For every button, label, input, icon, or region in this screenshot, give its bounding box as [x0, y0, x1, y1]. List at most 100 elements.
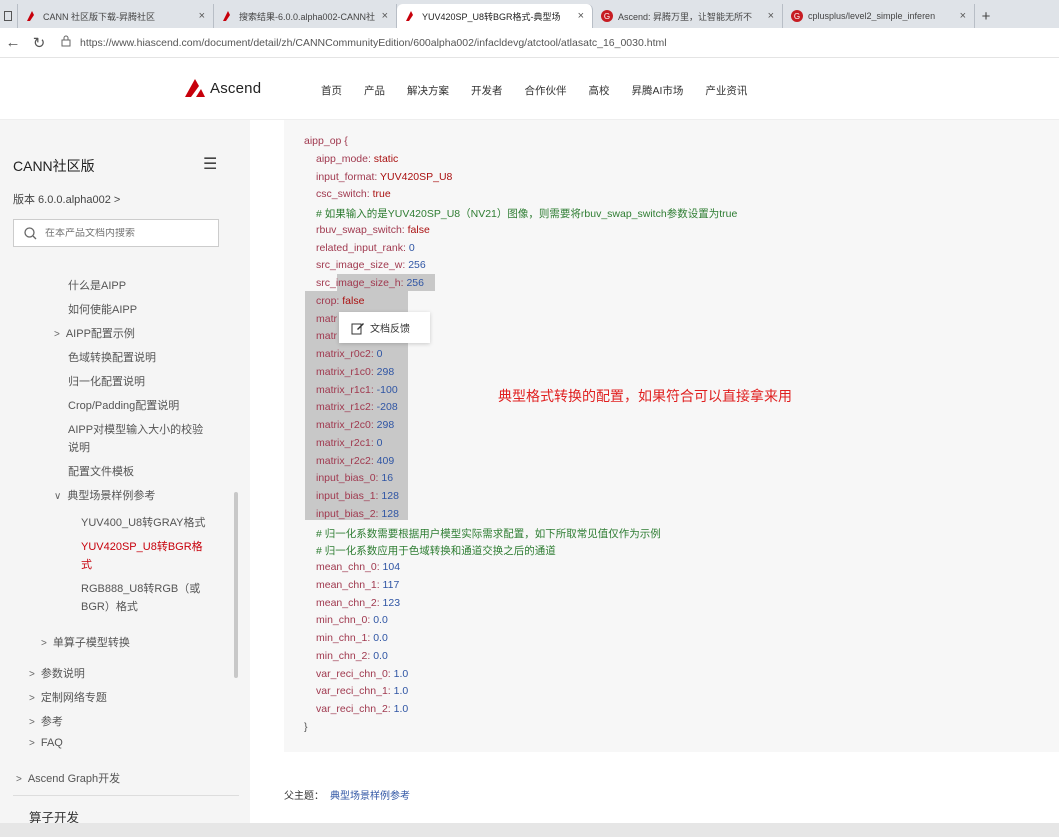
- sidebar-item-config-template[interactable]: 配置文件模板: [68, 463, 134, 479]
- chevron-right-icon: >: [29, 738, 35, 749]
- search-input[interactable]: [45, 227, 205, 239]
- tab-title: Ascend: 昇腾万里，让智能无所不: [618, 11, 753, 22]
- search-icon: [24, 226, 37, 239]
- code-key: rbuv_swap_switch:: [316, 223, 405, 236]
- sidebar-item-yuv400[interactable]: YUV400_U8转GRAY格式: [81, 514, 206, 530]
- code-key: input_bias_1:: [316, 490, 379, 502]
- nav-item-ai-market[interactable]: 昇腾AI市场: [632, 83, 684, 98]
- parent-topic-link[interactable]: 典型场景样例参考: [330, 791, 410, 802]
- code-key: mean_chn_2:: [316, 596, 380, 609]
- tab-overflow[interactable]: [0, 4, 18, 28]
- close-icon[interactable]: ×: [199, 10, 205, 22]
- sidebar-item-faq[interactable]: > FAQ: [29, 737, 63, 749]
- tab-ascend-gitee[interactable]: G Ascend: 昇腾万里，让智能无所不 ×: [593, 4, 783, 28]
- sidebar-item-aipp-examples[interactable]: > AIPP配置示例: [54, 325, 135, 341]
- sidebar-item-input-size-check[interactable]: AIPP对模型输入大小的校验: [68, 421, 203, 437]
- nav-item-solutions[interactable]: 解决方案: [407, 83, 449, 98]
- tab-cplusplus[interactable]: G cplusplus/level2_simple_inferen ×: [783, 4, 975, 28]
- browser-tab-bar: CANN 社区版下载-昇腾社区 × 搜索结果-6.0.0.alpha002-CA…: [0, 0, 1059, 28]
- version-selector[interactable]: 版本 6.0.0.alpha002 >: [13, 191, 120, 207]
- code-key: # 归一化系数应用于色域转换和通道交换之后的通道: [316, 545, 556, 558]
- code-line: input_format: YUV420SP_U8: [316, 171, 452, 183]
- sidebar-item-single-op[interactable]: > 单算子模型转换: [41, 634, 130, 650]
- sidebar-item-ascend-graph[interactable]: > Ascend Graph开发: [16, 770, 120, 786]
- code-key: crop:: [316, 294, 340, 307]
- code-value: 0.0: [370, 649, 388, 662]
- parent-topic-label: 父主题：: [284, 791, 324, 802]
- nav-item-home[interactable]: 首页: [321, 83, 342, 98]
- close-icon[interactable]: ×: [382, 10, 388, 22]
- code-line: matr: [316, 313, 337, 325]
- page-info-icon[interactable]: [60, 34, 72, 52]
- url-field[interactable]: https://www.hiascend.com/document/detail…: [60, 31, 1059, 55]
- new-tab-icon[interactable]: +: [975, 4, 997, 28]
- code-key: # 归一化系数需要根据用户模型实际需求配置，如下所取常见值仅作为示例: [316, 527, 661, 540]
- sidebar-divider: [13, 795, 239, 796]
- code-line: matrix_r0c2: 0: [316, 348, 383, 360]
- feedback-label: 文档反馈: [370, 324, 410, 335]
- tab-cann-download[interactable]: CANN 社区版下载-昇腾社区 ×: [18, 4, 214, 28]
- code-line: input_bias_1: 128: [316, 490, 399, 502]
- reload-icon[interactable]: ↻: [26, 30, 52, 56]
- sidebar-item-params[interactable]: > 参数说明: [29, 665, 85, 681]
- code-line: }: [304, 721, 308, 733]
- sidebar-item-yuv420sp-active[interactable]: YUV420SP_U8转BGR格: [81, 538, 203, 554]
- edit-icon: [351, 322, 364, 334]
- sidebar-search[interactable]: [13, 219, 219, 247]
- code-line: input_bias_0: 16: [316, 472, 393, 484]
- back-icon[interactable]: ←: [0, 30, 26, 56]
- code-value: -208: [373, 401, 398, 414]
- code-key: # 如果输入的是YUV420SP_U8（NV21）图像，则需要将rbuv_swa…: [316, 208, 738, 220]
- sidebar-item-crop-padding[interactable]: Crop/Padding配置说明: [68, 397, 179, 413]
- code-value: 298: [373, 365, 395, 378]
- tab-yuv420sp[interactable]: YUV420SP_U8转BGR格式-典型场 ×: [397, 4, 593, 28]
- ascend-logo-icon: [405, 10, 417, 22]
- nav-item-products[interactable]: 产品: [364, 83, 385, 98]
- nav-item-developers[interactable]: 开发者: [471, 83, 503, 98]
- code-line: matrix_r1c2: -208: [316, 401, 398, 413]
- code-key: }: [304, 720, 308, 733]
- sidebar-item-yuv420sp-active-cont[interactable]: 式: [81, 556, 92, 572]
- code-line: var_reci_chn_0: 1.0: [316, 668, 408, 680]
- sidebar-item-rgb888[interactable]: RGB888_U8转RGB（或: [81, 580, 200, 596]
- ascend-logo-icon: [26, 10, 38, 22]
- sidebar-item-rgb888-cont[interactable]: BGR）格式: [81, 598, 138, 614]
- annotation-text: 典型格式转换的配置，如果符合可以直接拿来用: [498, 388, 792, 404]
- code-key: matrix_r1c2:: [316, 401, 374, 414]
- chevron-right-icon: >: [29, 669, 35, 680]
- code-line: min_chn_2: 0.0: [316, 650, 388, 662]
- sidebar-item-custom-network[interactable]: > 定制网络专题: [29, 689, 107, 705]
- sidebar-scrollbar[interactable]: [234, 492, 238, 678]
- sidebar-item-input-size-check-cont[interactable]: 说明: [68, 439, 90, 455]
- chevron-right-icon: >: [54, 329, 60, 340]
- ascend-logo-icon: [185, 79, 205, 97]
- nav-item-news[interactable]: 产业资讯: [705, 83, 747, 98]
- sidebar-item-reference[interactable]: > 参考: [29, 713, 63, 729]
- nav-item-universities[interactable]: 高校: [589, 83, 610, 98]
- sidebar-item-typical-scenarios[interactable]: ∨ 典型场景样例参考: [54, 487, 155, 503]
- window-bottom-edge: [0, 823, 1059, 837]
- code-line: src_image_size_w: 256: [316, 259, 426, 271]
- tab-title: 搜索结果-6.0.0.alpha002-CANN社: [239, 11, 376, 22]
- code-value: false: [339, 294, 365, 307]
- close-icon[interactable]: ×: [768, 10, 774, 22]
- code-value: 128: [378, 490, 399, 502]
- code-key: var_reci_chn_1:: [316, 685, 391, 698]
- sidebar-item-csc-config[interactable]: 色域转换配置说明: [68, 349, 156, 365]
- sidebar-item-what-is-aipp[interactable]: 什么是AIPP: [68, 277, 126, 293]
- code-key: matrix_r2c2:: [316, 454, 374, 467]
- sidebar-item-normalization[interactable]: 归一化配置说明: [68, 373, 145, 389]
- sidebar-item-enable-aipp[interactable]: 如何使能AIPP: [68, 301, 137, 317]
- doc-feedback-button[interactable]: 文档反馈: [339, 312, 430, 343]
- code-line: matr: [316, 330, 337, 342]
- code-value: 0: [373, 348, 383, 360]
- ascend-logo[interactable]: Ascend: [184, 78, 261, 98]
- menu-icon[interactable]: ☰: [203, 154, 217, 174]
- close-icon[interactable]: ×: [960, 10, 966, 22]
- tab-search-results[interactable]: 搜索结果-6.0.0.alpha002-CANN社 ×: [214, 4, 397, 28]
- close-icon[interactable]: ×: [578, 10, 584, 22]
- code-value: 256: [403, 277, 424, 289]
- nav-item-partners[interactable]: 合作伙伴: [525, 83, 567, 98]
- code-key: aipp_mode:: [316, 152, 371, 165]
- code-line: csc_switch: true: [316, 188, 391, 200]
